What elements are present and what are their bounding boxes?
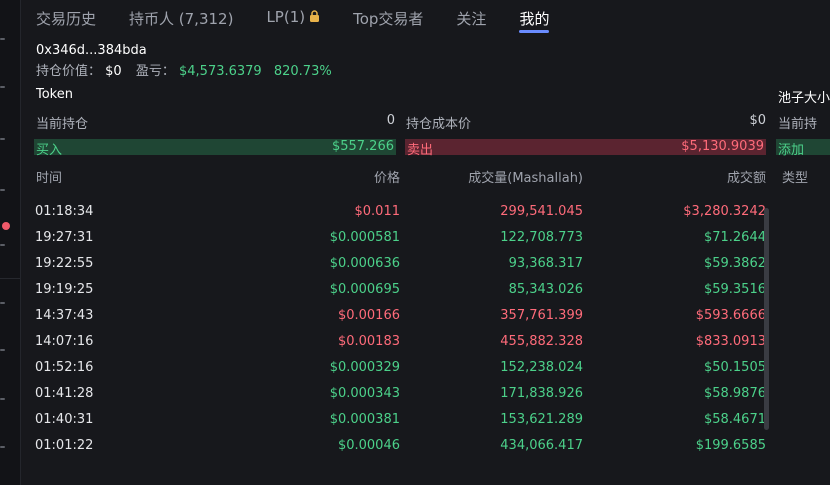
cell-volume: 122,708.773 bbox=[500, 230, 583, 245]
sell-value: $5,130.9039 bbox=[681, 139, 764, 154]
rail-tick[interactable] bbox=[0, 138, 5, 140]
cell-amount: $58.9876 bbox=[703, 386, 766, 401]
cell-volume: 153,621.289 bbox=[500, 412, 583, 427]
table-row[interactable]: 14:37:43 $0.00166 357,761.399 $593.6666 bbox=[0, 308, 830, 334]
buy-value: $557.266 bbox=[331, 139, 394, 154]
token-label: Token bbox=[36, 87, 73, 102]
tab-mine[interactable]: 我的 bbox=[519, 0, 550, 33]
table-row[interactable]: 19:22:55 $0.000636 93,368.317 $59.3862 bbox=[0, 256, 830, 282]
tab-lp[interactable]: LP(1) bbox=[266, 0, 320, 26]
current-holding-label: 当前持仓 bbox=[36, 117, 89, 132]
cell-price: $0.000343 bbox=[329, 386, 400, 401]
cell-price: $0.00166 bbox=[337, 308, 400, 323]
cell-price: $0.000329 bbox=[329, 360, 400, 375]
rail-tick[interactable] bbox=[0, 86, 5, 88]
table-row[interactable]: 01:18:34 $0.011 299,541.045 $3,280.3242 bbox=[0, 204, 830, 230]
cell-time: 01:01:22 bbox=[35, 438, 94, 453]
cell-price: $0.00183 bbox=[337, 334, 400, 349]
cell-price: $0.011 bbox=[354, 204, 401, 219]
cell-amount: $59.3862 bbox=[703, 256, 766, 271]
cell-time: 01:40:31 bbox=[35, 412, 94, 427]
pool-size-label: 池子大小 bbox=[778, 91, 830, 106]
column-header-time: 时间 bbox=[36, 171, 63, 186]
cell-volume: 171,838.926 bbox=[500, 386, 583, 401]
cell-price: $0.000581 bbox=[329, 230, 400, 245]
current-holding-value: 0 bbox=[386, 113, 395, 128]
tab-label: 持币人 (7,312) bbox=[129, 10, 234, 28]
cell-amount: $199.6585 bbox=[695, 438, 766, 453]
pnl-label: 盈亏： bbox=[135, 64, 175, 79]
add-summary-bar: 添加 bbox=[776, 139, 830, 158]
table-row[interactable]: 01:41:28 $0.000343 171,838.926 $58.9876 bbox=[0, 386, 830, 412]
lock-icon bbox=[309, 8, 320, 26]
cell-time: 14:07:16 bbox=[35, 334, 94, 349]
pnl-percent: 820.73% bbox=[273, 64, 332, 79]
cell-time: 01:18:34 bbox=[35, 204, 94, 219]
table-row[interactable]: 01:01:22 $0.00046 434,066.417 $199.6585 bbox=[0, 438, 830, 464]
cell-amount: $71.2644 bbox=[703, 230, 766, 245]
cell-amount: $59.3516 bbox=[703, 282, 766, 297]
sell-label: 卖出 bbox=[407, 143, 434, 158]
sell-summary-bar: 卖出 $5,130.9039 bbox=[405, 139, 766, 158]
cell-time: 19:19:25 bbox=[35, 282, 94, 297]
cell-volume: 357,761.399 bbox=[500, 308, 583, 323]
cell-price: $0.000381 bbox=[329, 412, 400, 427]
cell-price: $0.000636 bbox=[329, 256, 400, 271]
cell-amount: $3,280.3242 bbox=[683, 204, 766, 219]
cell-amount: $593.6666 bbox=[695, 308, 766, 323]
tab-trade-history[interactable]: 交易历史 bbox=[36, 0, 96, 29]
cell-volume: 152,238.024 bbox=[500, 360, 583, 375]
tab-label: 交易历史 bbox=[36, 10, 97, 28]
tab-follow[interactable]: 关注 bbox=[456, 0, 486, 29]
column-header-type: 类型 bbox=[782, 171, 809, 186]
current-holding-label-2: 当前持 bbox=[778, 117, 818, 132]
cell-volume: 85,343.026 bbox=[508, 282, 583, 297]
cell-time: 19:22:55 bbox=[35, 256, 94, 271]
cell-amount: $58.4671 bbox=[703, 412, 766, 427]
cost-price-value: $0 bbox=[749, 113, 766, 128]
cell-time: 01:41:28 bbox=[35, 386, 94, 401]
cell-volume: 455,882.328 bbox=[500, 334, 583, 349]
cell-volume: 93,368.317 bbox=[508, 256, 583, 271]
tab-label: Top交易者 bbox=[353, 10, 424, 28]
cell-time: 19:27:31 bbox=[35, 230, 94, 245]
holding-value: $0 bbox=[105, 64, 122, 79]
cell-price: $0.00046 bbox=[337, 438, 400, 453]
cell-volume: 434,066.417 bbox=[500, 438, 583, 453]
cell-price: $0.000695 bbox=[329, 282, 400, 297]
rail-tick[interactable] bbox=[0, 38, 5, 40]
table-scrollbar[interactable] bbox=[764, 208, 769, 430]
buy-summary-bar: 买入 $557.266 bbox=[34, 139, 396, 158]
wallet-summary: 持仓价值： $0 盈亏： $4,573.6379 820.73% bbox=[36, 60, 332, 79]
cell-time: 14:37:43 bbox=[35, 308, 94, 323]
cost-price-label: 持仓成本价 bbox=[406, 117, 472, 132]
table-row[interactable]: 01:40:31 $0.000381 153,621.289 $58.4671 bbox=[0, 412, 830, 438]
buy-label: 买入 bbox=[36, 143, 63, 158]
tab-bar: 交易历史 持币人 (7,312) LP(1) Top交易者 关注 我的 bbox=[36, 0, 582, 36]
cell-amount: $50.1505 bbox=[703, 360, 766, 375]
pnl-value: $4,573.6379 bbox=[179, 64, 262, 79]
cell-volume: 299,541.045 bbox=[500, 204, 583, 219]
add-label: 添加 bbox=[778, 143, 805, 158]
column-header-price: 价格 bbox=[373, 171, 400, 186]
table-row[interactable]: 01:52:16 $0.000329 152,238.024 $50.1505 bbox=[0, 360, 830, 386]
table-row[interactable]: 14:07:16 $0.00183 455,882.328 $833.0913 bbox=[0, 334, 830, 360]
cell-amount: $833.0913 bbox=[695, 334, 766, 349]
column-header-amount: 成交额 bbox=[726, 171, 766, 186]
cell-time: 01:52:16 bbox=[35, 360, 94, 375]
tab-label: LP(1) bbox=[266, 8, 306, 26]
tab-top-traders[interactable]: Top交易者 bbox=[353, 0, 423, 29]
tab-holders[interactable]: 持币人 (7,312) bbox=[129, 0, 233, 29]
rail-tick[interactable] bbox=[0, 189, 5, 191]
column-header-volume: 成交量(Mashallah) bbox=[468, 171, 583, 186]
tab-label: 关注 bbox=[456, 10, 487, 28]
tab-label: 我的 bbox=[519, 10, 550, 28]
wallet-address[interactable]: 0x346d...384bda bbox=[36, 43, 147, 58]
table-row[interactable]: 19:27:31 $0.000581 122,708.773 $71.2644 bbox=[0, 230, 830, 256]
holding-label: 持仓价值： bbox=[36, 64, 102, 79]
table-row[interactable]: 19:19:25 $0.000695 85,343.026 $59.3516 bbox=[0, 282, 830, 308]
